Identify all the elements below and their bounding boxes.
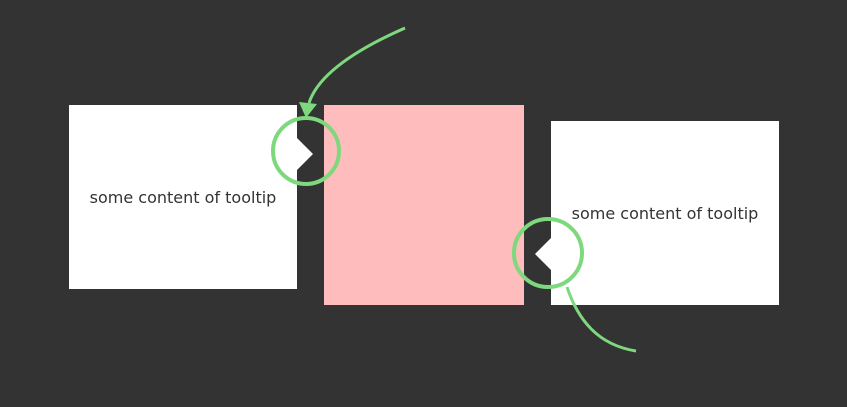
tooltip-left-text: some content of tooltip	[89, 187, 277, 207]
pointer-arrowhead-top	[299, 102, 317, 118]
tooltip-left: some content of tooltip	[69, 105, 297, 289]
tooltip-right: some content of tooltip	[551, 121, 779, 305]
tooltip-right-text: some content of tooltip	[571, 203, 759, 223]
tooltip-left-arrow	[297, 138, 313, 170]
target-element	[324, 105, 524, 305]
pointer-curve-top	[307, 26, 406, 104]
tooltip-right-arrow	[535, 238, 551, 270]
